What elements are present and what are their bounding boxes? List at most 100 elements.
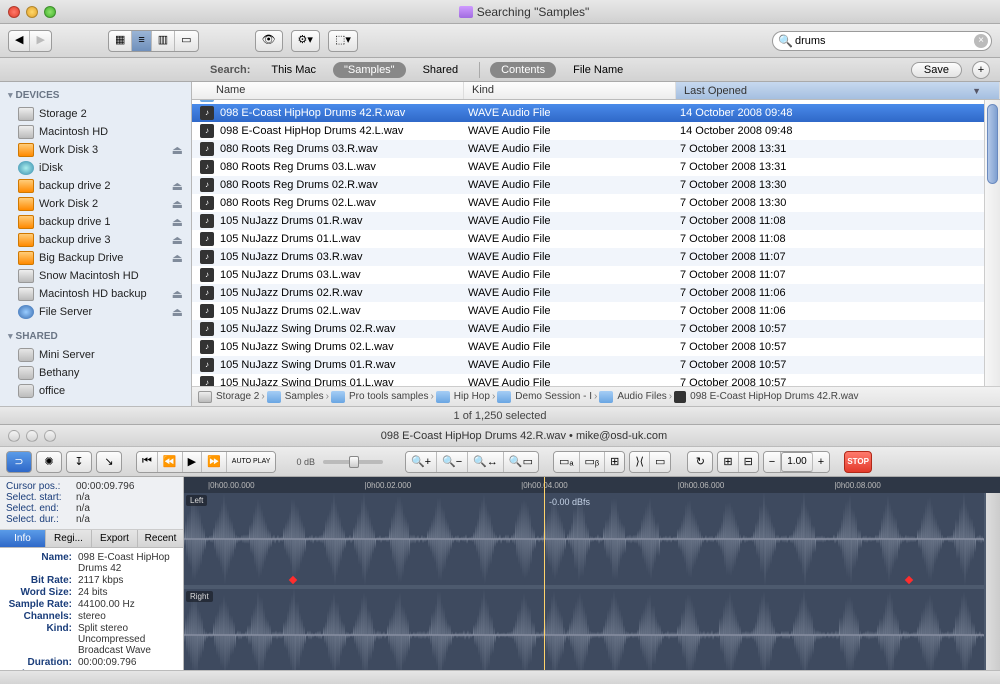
tool-cursor-button[interactable]: ↘ <box>96 451 122 473</box>
editor-titlebar[interactable]: 098 E-Coast HipHop Drums 42.R.wav • mike… <box>0 425 1000 447</box>
sidebar-item[interactable]: office <box>0 382 191 400</box>
zoom-icon[interactable] <box>44 6 56 18</box>
table-row[interactable]: ♪105 NuJazz Drums 03.R.wavWAVE Audio Fil… <box>192 248 1000 266</box>
region-b-button[interactable]: ▭ᵦ <box>580 452 606 472</box>
scope-thismac[interactable]: This Mac <box>260 62 327 78</box>
table-row[interactable]: ♪105 NuJazz Drums 03.L.wavWAVE Audio Fil… <box>192 266 1000 284</box>
quicklook-button[interactable]: 👁 <box>255 30 283 52</box>
tool-snowflake-button[interactable]: ✺ <box>36 451 62 473</box>
table-row[interactable]: ♪080 Roots Reg Drums 03.L.wavWAVE Audio … <box>192 158 1000 176</box>
table-row[interactable]: ♪105 NuJazz Swing Drums 01.L.wavWAVE Aud… <box>192 374 1000 386</box>
close-icon[interactable] <box>8 6 20 18</box>
col-kind[interactable]: Kind <box>464 82 676 99</box>
sidebar-item[interactable]: Work Disk 3⏏ <box>0 141 191 159</box>
table-row[interactable]: ♪105 NuJazz Swing Drums 02.L.wavWAVE Aud… <box>192 338 1000 356</box>
rewind-button[interactable]: ⏪ <box>158 452 183 472</box>
sidebar-item[interactable]: backup drive 1⏏ <box>0 213 191 231</box>
table-row[interactable]: ♪080 Roots Reg Drums 03.R.wavWAVE Audio … <box>192 140 1000 158</box>
zoom-out-button[interactable]: 🔍− <box>437 452 468 472</box>
path-segment[interactable]: Samples <box>285 391 324 402</box>
sidebar-header[interactable]: SHARED <box>0 327 191 346</box>
scope-shared[interactable]: Shared <box>412 62 469 78</box>
eject-icon[interactable]: ⏏ <box>172 215 183 229</box>
back-button[interactable]: ◀ <box>9 31 30 51</box>
stop-button[interactable]: STOP <box>844 451 872 473</box>
sidebar-item[interactable]: File Server⏏ <box>0 303 191 321</box>
path-segment[interactable]: Audio Files <box>617 391 666 402</box>
dropbox-button[interactable]: ⬚▾ <box>328 30 358 52</box>
path-segment[interactable]: Demo Session - I <box>515 391 592 402</box>
save-search-button[interactable]: Save <box>911 62 962 78</box>
path-segment[interactable]: Storage 2 <box>216 391 259 402</box>
forward-button[interactable]: ⏩ <box>202 452 227 472</box>
time-ruler[interactable]: |0h00.00.000|0h00.02.000|0h00.04.000|0h0… <box>184 477 1000 493</box>
path-bar[interactable]: Storage 2›Samples›Pro tools samples›Hip … <box>192 386 1000 406</box>
sidebar-item[interactable]: Mini Server <box>0 346 191 364</box>
sidebar-item[interactable]: iDisk <box>0 159 191 177</box>
tab-regi[interactable]: Regi... <box>46 530 92 547</box>
table-row[interactable]: ♪105 NuJazz Drums 02.L.wavWAVE Audio Fil… <box>192 302 1000 320</box>
sidebar-header[interactable]: DEVICES <box>0 86 191 105</box>
tab-recent[interactable]: Recent <box>138 530 183 547</box>
tool-link-button[interactable]: ⊃ <box>6 451 32 473</box>
table-row[interactable]: ♪105 NuJazz Swing Drums 02.R.wavWAVE Aud… <box>192 320 1000 338</box>
sidebar-item[interactable]: Macintosh HD <box>0 123 191 141</box>
filter-filename[interactable]: File Name <box>562 62 634 78</box>
path-segment[interactable]: 098 E-Coast HipHop Drums 42.R.wav <box>690 391 858 402</box>
search-input[interactable] <box>772 31 992 51</box>
table-row[interactable]: ♪080 Roots Reg Drums 02.R.wavWAVE Audio … <box>192 176 1000 194</box>
tool-snap-button[interactable]: ↧ <box>66 451 92 473</box>
table-row[interactable]: ♪105 NuJazz Drums 02.R.wavWAVE Audio Fil… <box>192 284 1000 302</box>
zoom-value[interactable]: 1.00 <box>781 452 812 472</box>
table-row[interactable]: ♪080 Roots Reg Drums 02.L.wavWAVE Audio … <box>192 194 1000 212</box>
view-b-button[interactable]: ⊟ <box>739 452 758 472</box>
sidebar-item[interactable]: Bethany <box>0 364 191 382</box>
autoplay-button[interactable]: AUTO PLAY <box>227 452 276 472</box>
tab-info[interactable]: Info <box>0 530 46 547</box>
zoom-inc-button[interactable]: + <box>813 452 829 472</box>
waveform-scrollbar[interactable] <box>986 493 1000 670</box>
trim-button[interactable]: ⟩⟨ <box>630 452 650 472</box>
scope-samples[interactable]: "Samples" <box>333 62 406 78</box>
path-segment[interactable]: Pro tools samples <box>349 391 428 402</box>
eject-icon[interactable]: ⏏ <box>172 179 183 193</box>
sidebar-item[interactable]: Macintosh HD backup⏏ <box>0 285 191 303</box>
view-coverflow[interactable]: ▭ <box>175 31 197 51</box>
play-button[interactable]: ▶ <box>183 452 202 472</box>
volume-slider[interactable] <box>323 460 383 464</box>
crop-button[interactable]: ▭ <box>650 452 670 472</box>
playhead-cursor[interactable] <box>544 477 545 670</box>
view-icons[interactable]: ▦ <box>109 31 132 51</box>
eject-icon[interactable]: ⏏ <box>172 305 183 319</box>
minimize-icon[interactable] <box>26 430 38 442</box>
zoom-icon[interactable] <box>44 430 56 442</box>
path-segment[interactable]: Hip Hop <box>454 391 490 402</box>
region-a-button[interactable]: ▭ₐ <box>554 452 580 472</box>
sidebar-item[interactable]: Snow Macintosh HD <box>0 267 191 285</box>
col-name[interactable]: Name <box>192 82 464 99</box>
view-list[interactable]: ≡ <box>132 31 151 51</box>
close-icon[interactable] <box>8 430 20 442</box>
table-row[interactable]: ♪098 E-Coast HipHop Drums 42.R.wavWAVE A… <box>192 104 1000 122</box>
sidebar-item[interactable]: backup drive 2⏏ <box>0 177 191 195</box>
table-row[interactable]: ♪105 NuJazz Drums 01.L.wavWAVE Audio Fil… <box>192 230 1000 248</box>
filter-contents[interactable]: Contents <box>490 62 556 78</box>
sidebar-item[interactable]: Work Disk 2⏏ <box>0 195 191 213</box>
table-row[interactable]: ♪098 E-Coast HipHop Drums 42.L.wavWAVE A… <box>192 122 1000 140</box>
file-rows[interactable]: R&B DrumsFolder12 November 2008 17:18♪09… <box>192 100 1000 386</box>
goto-start-button[interactable]: ⏮ <box>137 452 158 472</box>
minimize-icon[interactable] <box>26 6 38 18</box>
finder-titlebar[interactable]: Searching "Samples" <box>0 0 1000 24</box>
channel-right[interactable]: ⏻ Right <box>184 589 984 670</box>
finder-sidebar[interactable]: DEVICESStorage 2Macintosh HDWork Disk 3⏏… <box>0 82 192 406</box>
eject-icon[interactable]: ⏏ <box>172 251 183 265</box>
search-field[interactable]: 🔍 × <box>772 31 992 51</box>
loop-button[interactable]: ↻ <box>687 451 713 473</box>
add-criteria-button[interactable]: + <box>972 61 990 79</box>
table-row[interactable]: ♪105 NuJazz Swing Drums 01.R.wavWAVE Aud… <box>192 356 1000 374</box>
eject-icon[interactable]: ⏏ <box>172 143 183 157</box>
action-button[interactable]: ⚙▾ <box>291 30 320 52</box>
forward-button[interactable]: ▶ <box>30 31 50 51</box>
slider-knob[interactable] <box>349 456 359 468</box>
region-c-button[interactable]: ⊞ <box>605 452 624 472</box>
